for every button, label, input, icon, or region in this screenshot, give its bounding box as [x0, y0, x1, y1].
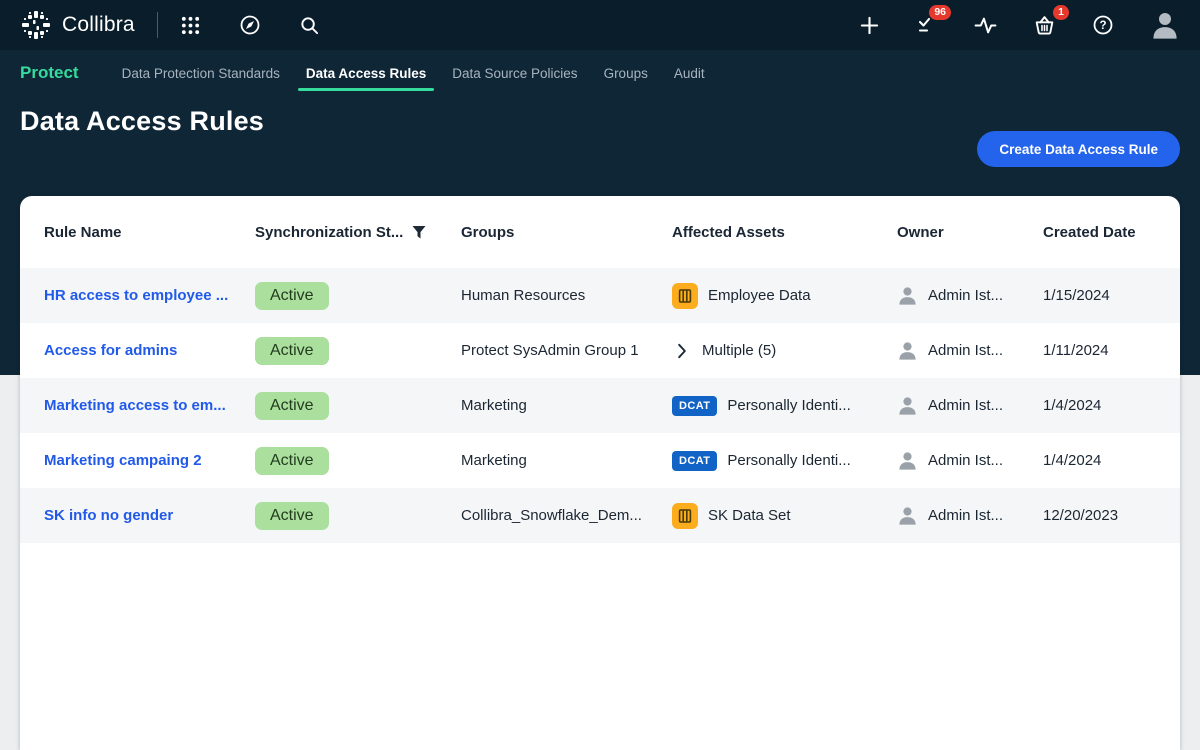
tabstrip: Protect Data Protection Standards Data A… — [0, 50, 1200, 96]
col-header-rule-name: Rule Name — [44, 224, 255, 241]
tab-audit[interactable]: Audit — [661, 50, 718, 96]
table-header-row: Rule Name Synchronization St... Groups A… — [20, 196, 1180, 268]
table-row: Marketing access to em... Active Marketi… — [20, 378, 1180, 433]
dcat-badge: DCAT — [672, 396, 717, 416]
created-date: 12/20/2023 — [1043, 507, 1180, 524]
groups-cell: Marketing — [461, 397, 672, 414]
table-asset-icon — [672, 283, 698, 309]
collibra-logo-icon — [20, 9, 52, 41]
col-header-created-date: Created Date — [1043, 224, 1180, 241]
owner-avatar-icon — [897, 340, 918, 361]
owner-avatar-icon — [897, 450, 918, 471]
section-label: Protect — [20, 63, 79, 83]
table-row: SK info no gender Active Collibra_Snowfl… — [20, 488, 1180, 543]
owner-name: Admin Ist... — [928, 287, 1003, 304]
table-row: HR access to employee ... Active Human R… — [20, 268, 1180, 323]
basket-icon[interactable]: 1 — [1033, 14, 1056, 37]
affected-assets-cell: Multiple (5) — [672, 341, 897, 361]
add-icon[interactable] — [859, 15, 880, 36]
owner-cell: Admin Ist... — [897, 395, 1043, 416]
owner-name: Admin Ist... — [928, 507, 1003, 524]
affected-assets-cell: DCAT Personally Identi... — [672, 451, 897, 471]
asset-label: Personally Identi... — [727, 397, 850, 414]
col-header-sync-status: Synchronization St... — [255, 224, 461, 241]
groups-cell: Human Resources — [461, 287, 672, 304]
user-avatar[interactable] — [1150, 10, 1180, 40]
table-row: Marketing campaing 2 Active Marketing DC… — [20, 433, 1180, 488]
owner-avatar-icon — [897, 505, 918, 526]
rules-table-card: Rule Name Synchronization St... Groups A… — [20, 196, 1180, 750]
owner-cell: Admin Ist... — [897, 340, 1043, 361]
owner-cell: Admin Ist... — [897, 450, 1043, 471]
col-header-affected-assets: Affected Assets — [672, 224, 897, 241]
owner-cell: Admin Ist... — [897, 505, 1043, 526]
apps-grid-icon[interactable] — [180, 15, 201, 36]
svg-text:?: ? — [1099, 20, 1106, 32]
rule-name-link[interactable]: HR access to employee ... — [44, 287, 228, 304]
tabs: Data Protection Standards Data Access Ru… — [109, 50, 718, 96]
col-header-owner: Owner — [897, 224, 1043, 241]
owner-avatar-icon — [897, 285, 918, 306]
owner-name: Admin Ist... — [928, 342, 1003, 359]
tasks-badge: 96 — [929, 5, 951, 20]
rule-name-link[interactable]: SK info no gender — [44, 507, 173, 524]
create-data-access-rule-button[interactable]: Create Data Access Rule — [977, 131, 1180, 167]
owner-avatar-icon — [897, 395, 918, 416]
col-header-groups: Groups — [461, 224, 672, 241]
compass-icon[interactable] — [239, 14, 261, 36]
brand-name: Collibra — [62, 13, 135, 37]
chevron-right-icon[interactable] — [672, 341, 692, 361]
topbar: Collibra — [0, 0, 1200, 50]
asset-label: Multiple (5) — [702, 342, 776, 359]
tab-data-source-policies[interactable]: Data Source Policies — [439, 50, 590, 96]
created-date: 1/4/2024 — [1043, 452, 1180, 469]
created-date: 1/15/2024 — [1043, 287, 1180, 304]
status-badge: Active — [255, 337, 329, 365]
owner-name: Admin Ist... — [928, 452, 1003, 469]
asset-label: SK Data Set — [708, 507, 791, 524]
status-badge: Active — [255, 447, 329, 475]
table-row: Access for admins Active Protect SysAdmi… — [20, 323, 1180, 378]
tab-data-protection-standards[interactable]: Data Protection Standards — [109, 50, 293, 96]
groups-cell: Protect SysAdmin Group 1 — [461, 342, 672, 359]
status-badge: Active — [255, 392, 329, 420]
tab-groups[interactable]: Groups — [591, 50, 661, 96]
created-date: 1/4/2024 — [1043, 397, 1180, 414]
affected-assets-cell: SK Data Set — [672, 503, 897, 529]
affected-assets-cell: Employee Data — [672, 283, 897, 309]
owner-name: Admin Ist... — [928, 397, 1003, 414]
asset-label: Personally Identi... — [727, 452, 850, 469]
tab-data-access-rules[interactable]: Data Access Rules — [293, 50, 439, 96]
topbar-divider — [157, 12, 158, 38]
rule-name-link[interactable]: Access for admins — [44, 342, 177, 359]
status-badge: Active — [255, 282, 329, 310]
help-icon[interactable]: ? — [1092, 14, 1114, 36]
filter-icon[interactable] — [412, 226, 426, 239]
tasks-icon[interactable]: 96 — [916, 14, 938, 36]
rule-name-link[interactable]: Marketing campaing 2 — [44, 452, 202, 469]
affected-assets-cell: DCAT Personally Identi... — [672, 396, 897, 416]
dcat-badge: DCAT — [672, 451, 717, 471]
activity-icon[interactable] — [974, 14, 997, 37]
created-date: 1/11/2024 — [1043, 342, 1180, 359]
status-badge: Active — [255, 502, 329, 530]
owner-cell: Admin Ist... — [897, 285, 1043, 306]
groups-cell: Marketing — [461, 452, 672, 469]
rule-name-link[interactable]: Marketing access to em... — [44, 397, 226, 414]
asset-label: Employee Data — [708, 287, 811, 304]
search-icon[interactable] — [299, 15, 320, 36]
home-logo[interactable]: Collibra — [20, 9, 135, 41]
groups-cell: Collibra_Snowflake_Dem... — [461, 507, 672, 524]
table-asset-icon — [672, 503, 698, 529]
basket-badge: 1 — [1053, 5, 1069, 20]
